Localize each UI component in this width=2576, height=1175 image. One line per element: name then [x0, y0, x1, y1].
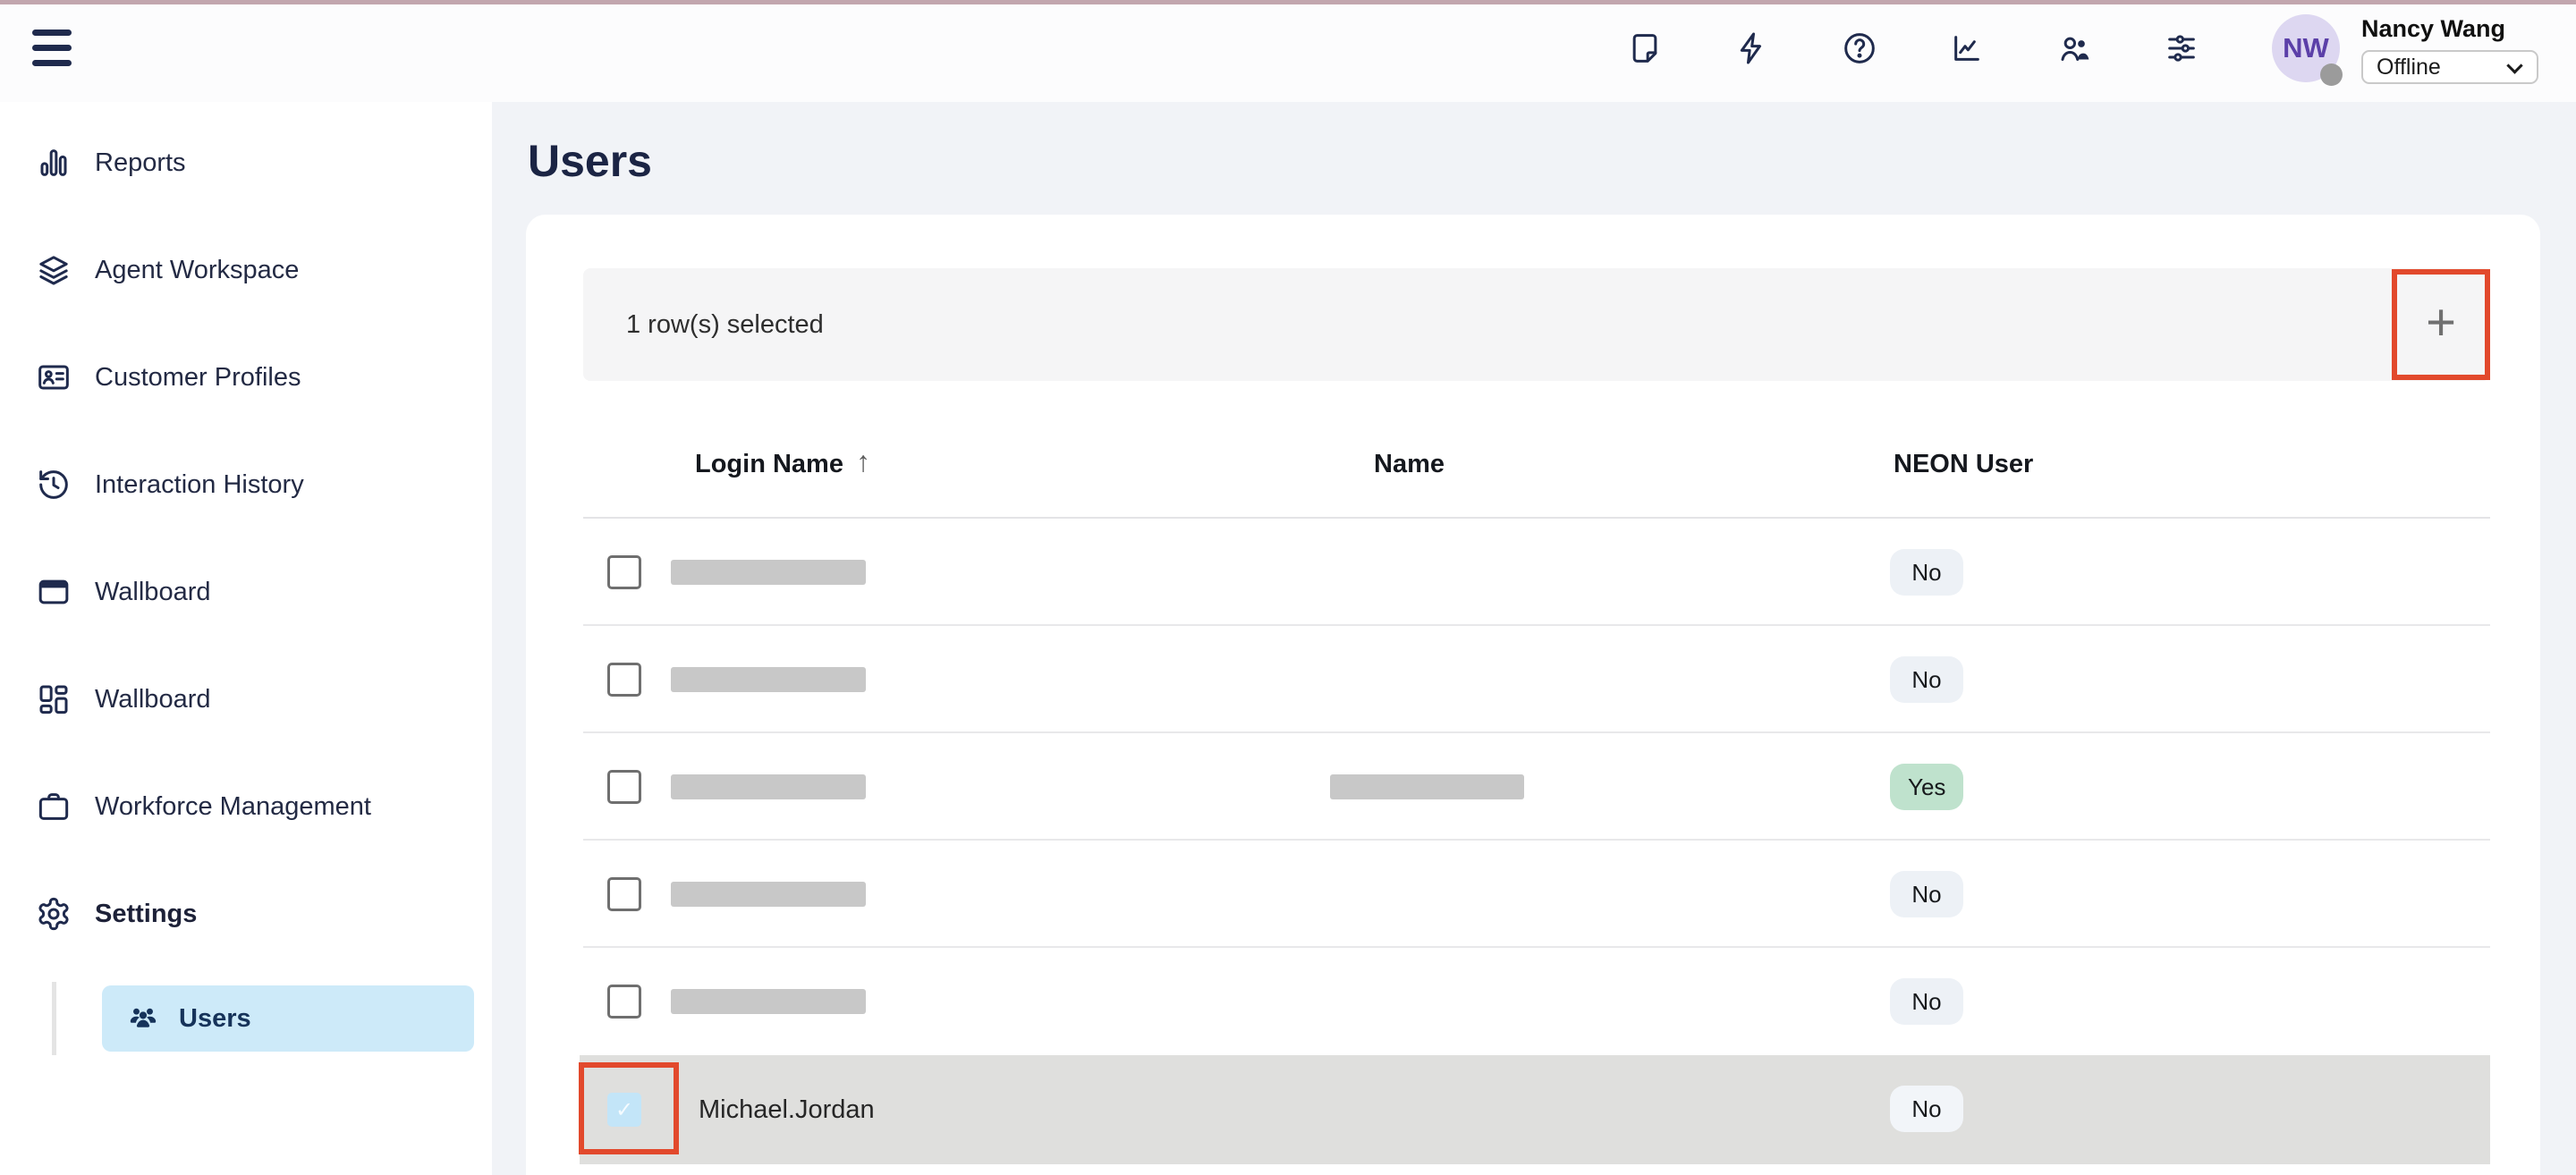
table-body: No No Yes No No ✓ Michael.Jordan No	[583, 519, 2490, 1164]
people-button[interactable]	[2055, 30, 2093, 68]
history-icon	[36, 467, 72, 503]
chevron-down-icon	[2506, 57, 2522, 73]
add-user-button[interactable]: +	[2392, 269, 2490, 380]
table-header: Login Name ↑ Name NEON User	[583, 411, 2490, 519]
sidebar-indent-line	[52, 982, 56, 1055]
neon-user-badge: No	[1890, 871, 1963, 917]
table-row[interactable]: No	[583, 519, 2490, 626]
sidebar-item-wallboard[interactable]: Wallboard	[0, 646, 492, 753]
sort-asc-icon: ↑	[856, 445, 870, 478]
table-row[interactable]: No	[583, 948, 2490, 1055]
neon-user-badge: No	[1890, 549, 1963, 596]
people-icon	[2056, 30, 2092, 66]
topbar: NW Nancy Wang Offline	[0, 0, 2576, 102]
redacted-login-bar	[671, 882, 866, 907]
sliders-icon	[2164, 30, 2199, 66]
row-checkbox[interactable]	[607, 663, 641, 697]
neon-user-badge: No	[1890, 1086, 1963, 1132]
window-icon	[36, 574, 72, 610]
table-row[interactable]: Yes	[583, 733, 2490, 841]
login-name-cell: Michael.Jordan	[699, 1055, 875, 1164]
sidebar-item-label: Interaction History	[95, 470, 304, 500]
users-icon	[127, 1002, 159, 1035]
avatar[interactable]: NW	[2272, 14, 2340, 82]
sliders-button[interactable]	[2163, 30, 2200, 68]
notes-button[interactable]	[1626, 30, 1664, 68]
sidebar-item-wallboard[interactable]: Wallboard	[0, 538, 492, 646]
sidebar-item-customer-profiles[interactable]: Customer Profiles	[0, 324, 492, 431]
redacted-login-bar	[671, 774, 866, 799]
sidebar-item-label: Wallboard	[95, 578, 210, 607]
sidebar-item-interaction-history[interactable]: Interaction History	[0, 431, 492, 538]
sidebar-item-users[interactable]: Users	[102, 985, 474, 1052]
table-row[interactable]: No	[583, 626, 2490, 733]
sidebar: Reports Agent Workspace Customer Profile…	[0, 102, 492, 1175]
avatar-initials: NW	[2283, 32, 2329, 64]
column-header-neon-user[interactable]: NEON User	[1894, 411, 2033, 517]
bar-chart-icon	[36, 145, 72, 181]
sidebar-item-label: Agent Workspace	[95, 256, 299, 285]
neon-user-badge: Yes	[1890, 764, 1963, 810]
status-select-value: Offline	[2377, 55, 2441, 80]
sidebar-item-workforce-management[interactable]: Workforce Management	[0, 753, 492, 860]
redacted-name-bar	[1330, 774, 1524, 799]
page-title: Users	[528, 135, 652, 187]
row-checkbox[interactable]	[607, 985, 641, 1019]
hamburger-icon[interactable]	[32, 30, 72, 66]
id-card-icon	[36, 359, 72, 395]
sidebar-item-label: Wallboard	[95, 685, 210, 714]
users-card: 1 row(s) selected + Login Name ↑ Name NE…	[526, 215, 2540, 1175]
neon-user-badge: No	[1890, 978, 1963, 1025]
briefcase-icon	[36, 789, 72, 824]
row-checkbox[interactable]	[607, 877, 641, 911]
sidebar-item-users-label: Users	[179, 1004, 251, 1034]
sidebar-item-agent-workspace[interactable]: Agent Workspace	[0, 216, 492, 324]
help-button[interactable]	[1841, 30, 1878, 68]
user-name: Nancy Wang	[2361, 15, 2505, 43]
layers-icon	[36, 252, 72, 288]
redacted-login-bar	[671, 667, 866, 692]
redacted-login-bar	[671, 989, 866, 1014]
topbar-actions	[1626, 30, 2200, 68]
sidebar-items: Reports Agent Workspace Customer Profile…	[0, 109, 492, 968]
sidebar-item-label: Workforce Management	[95, 792, 371, 822]
redacted-login-bar	[671, 560, 866, 585]
sidebar-item-label: Reports	[95, 148, 186, 178]
gear-icon	[36, 896, 72, 932]
selection-count-text: 1 row(s) selected	[626, 310, 824, 340]
app-screen: NW Nancy Wang Offline Reports Agent Work…	[0, 0, 2576, 1175]
notes-icon	[1627, 30, 1663, 66]
sidebar-item-reports[interactable]: Reports	[0, 109, 492, 216]
line-chart-icon	[1949, 30, 1985, 66]
lightning-button[interactable]	[1733, 30, 1771, 68]
plus-icon: +	[2426, 292, 2456, 352]
table-row[interactable]: ✓ Michael.Jordan No	[580, 1055, 2490, 1164]
help-icon	[1842, 30, 1877, 66]
neon-user-badge: No	[1890, 656, 1963, 703]
column-header-login-name[interactable]: Login Name ↑	[695, 411, 870, 517]
status-select[interactable]: Offline	[2361, 50, 2538, 84]
selection-toolbar: 1 row(s) selected +	[583, 268, 2490, 381]
sidebar-item-settings[interactable]: Settings	[0, 860, 492, 968]
table-row[interactable]: No	[583, 841, 2490, 948]
dashboard-icon	[36, 681, 72, 717]
lightning-icon	[1734, 30, 1770, 66]
row-checkbox[interactable]: ✓	[607, 1093, 641, 1127]
line-chart-button[interactable]	[1948, 30, 1986, 68]
row-checkbox[interactable]	[607, 555, 641, 589]
column-header-name[interactable]: Name	[1374, 411, 1445, 517]
status-dot	[2320, 63, 2343, 86]
main-content: Users 1 row(s) selected + Login Name ↑ N…	[492, 102, 2576, 1175]
row-checkbox[interactable]	[607, 770, 641, 804]
sidebar-item-label: Customer Profiles	[95, 363, 301, 393]
sidebar-item-label: Settings	[95, 900, 197, 929]
topbar-accent-line	[0, 0, 2576, 4]
